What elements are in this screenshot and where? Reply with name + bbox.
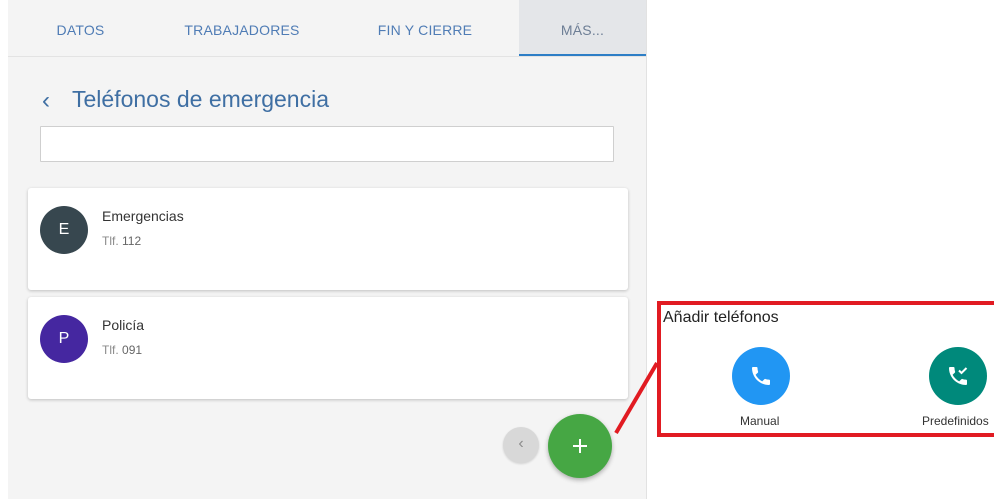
collapse-chevron-button[interactable]: ‹ bbox=[503, 427, 539, 463]
add-phones-callout: Añadir teléfonos Manual Predefinidos bbox=[657, 301, 994, 437]
predefined-phones-button[interactable] bbox=[929, 347, 987, 405]
tab-fin-y-cierre[interactable]: FIN Y CIERRE bbox=[331, 0, 519, 56]
contact-card-emergencias[interactable]: E Emergencias Tlf. 112 bbox=[28, 188, 628, 290]
phone-check-icon bbox=[949, 367, 968, 385]
tab-datos[interactable]: DATOS bbox=[8, 0, 153, 56]
phone-prefix: Tlf. bbox=[102, 234, 119, 248]
contact-card-policia[interactable]: P Policía Tlf. 091 bbox=[28, 297, 628, 399]
back-chevron-icon[interactable]: ‹ bbox=[42, 88, 62, 114]
page-title: Teléfonos de emergencia bbox=[72, 86, 329, 112]
manual-phone-button[interactable] bbox=[732, 347, 790, 405]
search-input[interactable] bbox=[40, 126, 614, 162]
callout-title: Añadir teléfonos bbox=[663, 309, 779, 326]
phone-number: 112 bbox=[122, 234, 142, 248]
add-phone-fab[interactable] bbox=[548, 414, 612, 478]
phone-number: 091 bbox=[122, 343, 143, 357]
avatar: P bbox=[40, 315, 88, 363]
contact-name: Policía bbox=[102, 317, 145, 333]
predefined-label: Predefinidos bbox=[922, 414, 989, 428]
contact-phone: Tlf. 091 bbox=[102, 343, 142, 357]
tab-trabajadores[interactable]: TRABAJADORES bbox=[153, 0, 331, 56]
manual-label: Manual bbox=[740, 414, 780, 428]
avatar: E bbox=[40, 206, 88, 254]
contact-name: Emergencias bbox=[102, 208, 184, 224]
contract-panel: DATOS TRABAJADORES FIN Y CIERRE MÁS... ‹… bbox=[8, 0, 647, 499]
tab-bar: DATOS TRABAJADORES FIN Y CIERRE MÁS... bbox=[8, 0, 646, 57]
phone-icon bbox=[752, 367, 770, 385]
tab-mas[interactable]: MÁS... bbox=[519, 0, 646, 56]
phone-prefix: Tlf. bbox=[102, 343, 119, 357]
contact-phone: Tlf. 112 bbox=[102, 234, 141, 248]
